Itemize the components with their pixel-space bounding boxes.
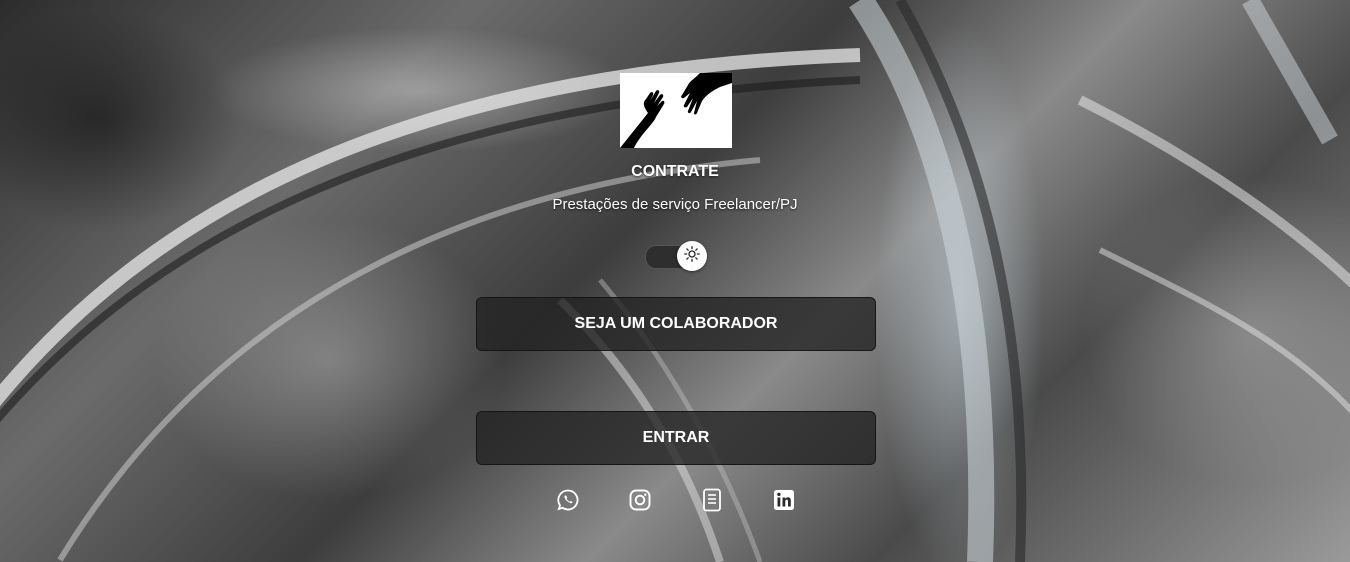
document-icon: [702, 488, 722, 517]
instagram-icon: [629, 489, 651, 516]
landing-page: CONTRATE Prestações de serviço Freelance…: [0, 0, 1350, 562]
hands-reaching-icon: [620, 73, 732, 148]
login-button-label: ENTRAR: [642, 429, 710, 446]
sun-icon: [684, 245, 700, 267]
whatsapp-icon: [557, 489, 579, 516]
collaborator-button-label: SEJA UM COLABORADOR: [574, 315, 778, 332]
instagram-link[interactable]: [628, 489, 652, 516]
whatsapp-link[interactable]: [556, 489, 580, 516]
linkedin-icon: [773, 489, 795, 516]
login-button[interactable]: ENTRAR: [476, 411, 876, 465]
theme-toggle[interactable]: [643, 241, 709, 271]
document-link[interactable]: [700, 488, 724, 517]
main-content: CONTRATE Prestações de serviço Freelance…: [0, 0, 1350, 562]
linkedin-link[interactable]: [772, 489, 796, 516]
brand-subtitle: Prestações de serviço Freelancer/PJ: [552, 196, 798, 213]
toggle-knob: [677, 241, 707, 271]
brand-title: CONTRATE: [631, 163, 719, 180]
collaborator-button[interactable]: SEJA UM COLABORADOR: [476, 297, 876, 351]
